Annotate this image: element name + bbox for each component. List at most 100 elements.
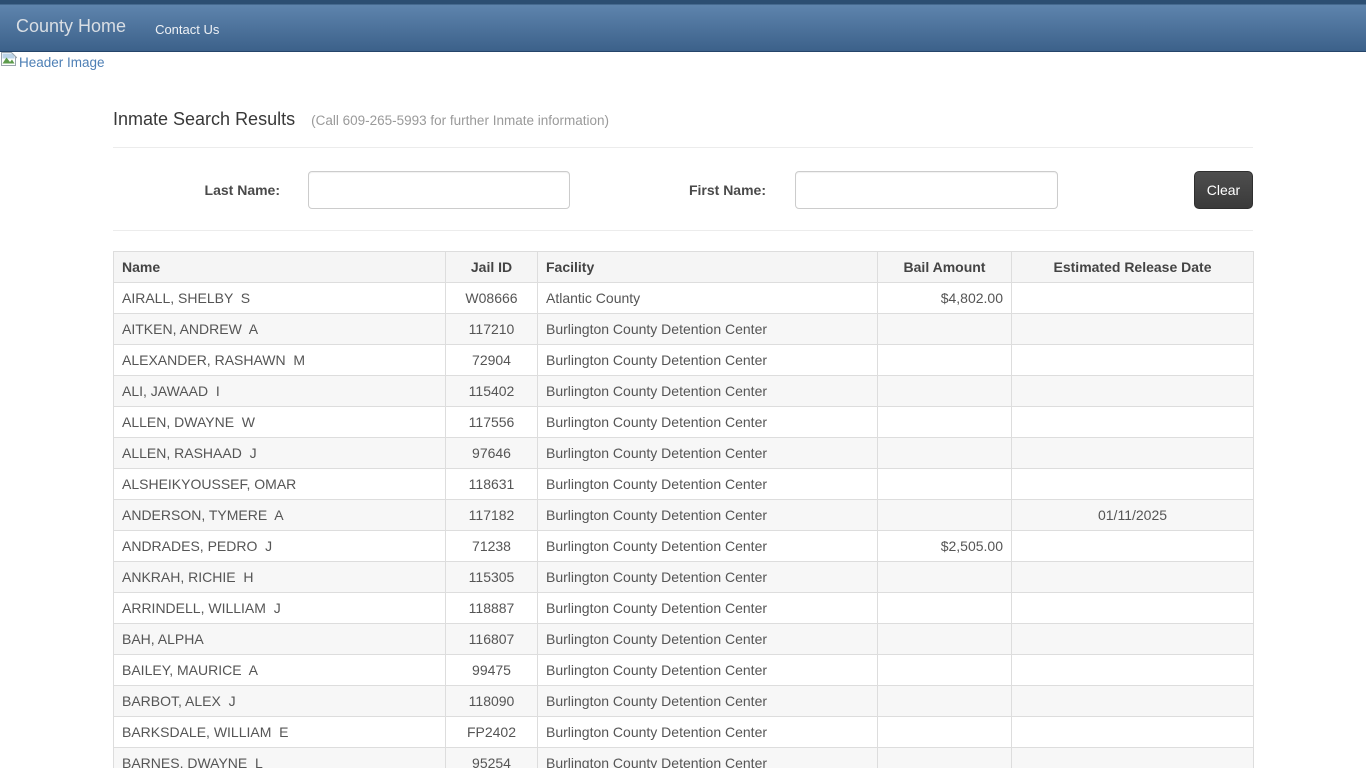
cell-estimated-release-date: 01/11/2025 — [1012, 500, 1254, 531]
cell-bail-amount — [878, 345, 1012, 376]
column-header-estimated-release-date: Estimated Release Date — [1012, 252, 1254, 283]
cell-bail-amount: $2,505.00 — [878, 531, 1012, 562]
cell-facility: Burlington County Detention Center — [538, 407, 878, 438]
cell-facility: Burlington County Detention Center — [538, 624, 878, 655]
table-row: AIRALL, SHELBY SW08666Atlantic County$4,… — [114, 283, 1254, 314]
cell-bail-amount — [878, 500, 1012, 531]
cell-name: BARNES, DWAYNE L — [114, 748, 446, 768]
cell-bail-amount — [878, 748, 1012, 768]
cell-bail-amount — [878, 562, 1012, 593]
cell-estimated-release-date — [1012, 314, 1254, 345]
broken-image-icon — [1, 52, 17, 72]
cell-bail-amount — [878, 314, 1012, 345]
cell-name: BARBOT, ALEX J — [114, 686, 446, 717]
column-header-bail-amount: Bail Amount — [878, 252, 1012, 283]
cell-estimated-release-date — [1012, 686, 1254, 717]
cell-facility: Burlington County Detention Center — [538, 376, 878, 407]
cell-estimated-release-date — [1012, 469, 1254, 500]
cell-jail-id: W08666 — [446, 283, 538, 314]
table-row: ANKRAH, RICHIE H115305Burlington County … — [114, 562, 1254, 593]
cell-jail-id: 118090 — [446, 686, 538, 717]
cell-estimated-release-date — [1012, 407, 1254, 438]
header-image-alt-text: Header Image — [19, 55, 105, 70]
cell-jail-id: 97646 — [446, 438, 538, 469]
cell-jail-id: FP2402 — [446, 717, 538, 748]
cell-name: ANDRADES, PEDRO J — [114, 531, 446, 562]
cell-jail-id: 118631 — [446, 469, 538, 500]
cell-jail-id: 72904 — [446, 345, 538, 376]
first-name-label: First Name: — [686, 182, 766, 198]
table-header: NameJail IDFacilityBail AmountEstimated … — [114, 252, 1254, 283]
table-row: ALI, JAWAAD I115402Burlington County Det… — [114, 376, 1254, 407]
cell-name: BAH, ALPHA — [114, 624, 446, 655]
cell-name: ALLEN, DWAYNE W — [114, 407, 446, 438]
form-divider — [113, 230, 1253, 231]
cell-facility: Atlantic County — [538, 283, 878, 314]
cell-name: ALI, JAWAAD I — [114, 376, 446, 407]
main-content: Inmate Search Results(Call 609-265-5993 … — [113, 108, 1253, 768]
page-title-text: Inmate Search Results — [113, 109, 295, 129]
first-name-input[interactable] — [795, 171, 1058, 209]
cell-facility: Burlington County Detention Center — [538, 345, 878, 376]
table-row: BARBOT, ALEX J118090Burlington County De… — [114, 686, 1254, 717]
cell-estimated-release-date — [1012, 562, 1254, 593]
cell-facility: Burlington County Detention Center — [538, 531, 878, 562]
column-header-jail-id: Jail ID — [446, 252, 538, 283]
page-title: Inmate Search Results(Call 609-265-5993 … — [113, 108, 1253, 132]
cell-name: ARRINDELL, WILLIAM J — [114, 593, 446, 624]
cell-estimated-release-date — [1012, 438, 1254, 469]
cell-jail-id: 115402 — [446, 376, 538, 407]
cell-name: ANDERSON, TYMERE A — [114, 500, 446, 531]
cell-facility: Burlington County Detention Center — [538, 314, 878, 345]
contact-us-link[interactable]: Contact Us — [155, 15, 219, 37]
cell-bail-amount — [878, 407, 1012, 438]
cell-bail-amount — [878, 655, 1012, 686]
county-home-link[interactable]: County Home — [16, 14, 126, 37]
table-row: ANDERSON, TYMERE A117182Burlington Count… — [114, 500, 1254, 531]
cell-facility: Burlington County Detention Center — [538, 593, 878, 624]
last-name-label: Last Name: — [113, 182, 280, 198]
column-header-facility: Facility — [538, 252, 878, 283]
cell-jail-id: 117182 — [446, 500, 538, 531]
table-row: ALLEN, DWAYNE W117556Burlington County D… — [114, 407, 1254, 438]
cell-facility: Burlington County Detention Center — [538, 717, 878, 748]
table-row: AITKEN, ANDREW A117210Burlington County … — [114, 314, 1254, 345]
inmate-search-form: Last Name: First Name: Clear — [113, 171, 1253, 209]
cell-name: ALLEN, RASHAAD J — [114, 438, 446, 469]
cell-bail-amount — [878, 593, 1012, 624]
cell-facility: Burlington County Detention Center — [538, 438, 878, 469]
cell-facility: Burlington County Detention Center — [538, 469, 878, 500]
top-navbar: County Home Contact Us — [0, 0, 1366, 52]
table-body: AIRALL, SHELBY SW08666Atlantic County$4,… — [114, 283, 1254, 768]
cell-name: ALSHEIKYOUSSEF, OMAR — [114, 469, 446, 500]
inmate-results-table: NameJail IDFacilityBail AmountEstimated … — [113, 251, 1254, 768]
cell-estimated-release-date — [1012, 748, 1254, 768]
cell-estimated-release-date — [1012, 624, 1254, 655]
cell-estimated-release-date — [1012, 593, 1254, 624]
cell-jail-id: 99475 — [446, 655, 538, 686]
cell-jail-id: 117556 — [446, 407, 538, 438]
cell-jail-id: 115305 — [446, 562, 538, 593]
table-row: ALLEN, RASHAAD J97646Burlington County D… — [114, 438, 1254, 469]
table-row: BARKSDALE, WILLIAM EFP2402Burlington Cou… — [114, 717, 1254, 748]
cell-jail-id: 118887 — [446, 593, 538, 624]
cell-bail-amount — [878, 624, 1012, 655]
header-image-link[interactable]: Header Image — [0, 52, 120, 70]
cell-facility: Burlington County Detention Center — [538, 655, 878, 686]
cell-bail-amount — [878, 438, 1012, 469]
cell-estimated-release-date — [1012, 531, 1254, 562]
last-name-input[interactable] — [308, 171, 570, 209]
table-row: BAH, ALPHA116807Burlington County Detent… — [114, 624, 1254, 655]
cell-bail-amount — [878, 469, 1012, 500]
cell-bail-amount — [878, 376, 1012, 407]
cell-estimated-release-date — [1012, 283, 1254, 314]
table-row: ALSHEIKYOUSSEF, OMAR118631Burlington Cou… — [114, 469, 1254, 500]
cell-facility: Burlington County Detention Center — [538, 748, 878, 768]
cell-facility: Burlington County Detention Center — [538, 500, 878, 531]
column-header-name: Name — [114, 252, 446, 283]
clear-button[interactable]: Clear — [1194, 171, 1253, 209]
table-row: ALEXANDER, RASHAWN M72904Burlington Coun… — [114, 345, 1254, 376]
table-row: ARRINDELL, WILLIAM J118887Burlington Cou… — [114, 593, 1254, 624]
table-row: BAILEY, MAURICE A99475Burlington County … — [114, 655, 1254, 686]
cell-jail-id: 116807 — [446, 624, 538, 655]
